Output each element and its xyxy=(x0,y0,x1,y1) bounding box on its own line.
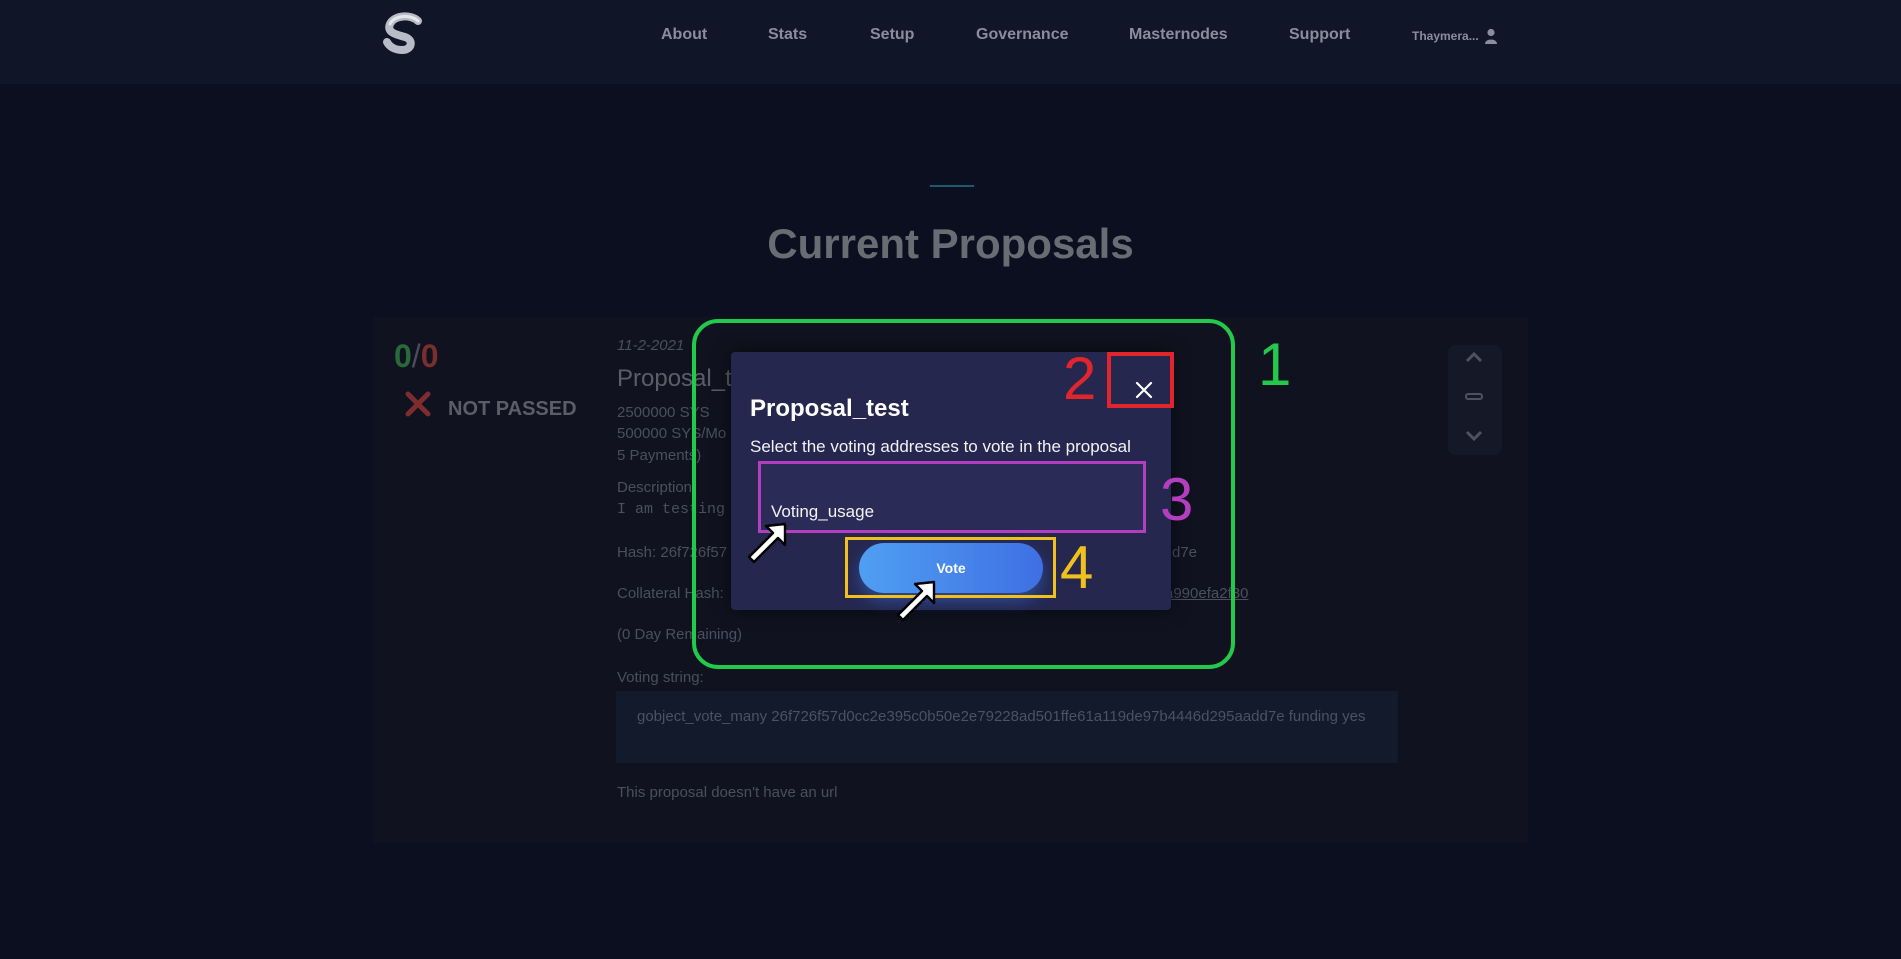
nav-link-about[interactable]: About xyxy=(661,26,707,44)
nav-link-governance[interactable]: Governance xyxy=(976,26,1068,44)
annotation-box-2 xyxy=(1107,352,1174,408)
x-icon xyxy=(405,391,431,417)
title-accent-bar xyxy=(930,185,974,187)
voting-string-label: Voting string: xyxy=(617,669,704,686)
annotation-number-2: 2 xyxy=(1063,345,1097,412)
annotation-number-3: 3 xyxy=(1160,466,1194,533)
votes-separator: / xyxy=(411,338,421,374)
nav-link-masternodes[interactable]: Masternodes xyxy=(1129,26,1228,44)
vote-score: 0/0 xyxy=(394,338,438,375)
description-label: Description: xyxy=(617,479,697,496)
annotation-number-1: 1 xyxy=(1258,331,1292,398)
voting-string-box xyxy=(616,691,1398,763)
page-title: Current Proposals xyxy=(767,220,1134,267)
annotation-box-3 xyxy=(758,461,1146,533)
status-badge: NOT PASSED xyxy=(448,398,577,420)
chevron-up-icon[interactable] xyxy=(1465,351,1483,363)
cursor-arrow-icon xyxy=(896,580,936,622)
voting-string: gobject_vote_many 26f726f57d0cc2e395c0b5… xyxy=(637,708,1366,725)
votes-no: 0 xyxy=(420,338,439,374)
minus-icon[interactable] xyxy=(1465,392,1483,402)
nav-link-setup[interactable]: Setup xyxy=(870,26,914,44)
page: About Stats Setup Governance Masternodes… xyxy=(0,0,1901,959)
user-menu[interactable]: Thaymera... xyxy=(1412,29,1479,43)
user-icon[interactable] xyxy=(1484,28,1498,44)
url-note: This proposal doesn't have an url xyxy=(617,784,838,801)
chevron-down-icon[interactable] xyxy=(1465,430,1483,442)
navbar: About Stats Setup Governance Masternodes… xyxy=(0,0,1901,84)
votes-yes: 0 xyxy=(394,338,412,374)
annotation-box-4 xyxy=(845,537,1056,598)
nav-link-stats[interactable]: Stats xyxy=(768,26,807,44)
cursor-arrow-icon xyxy=(747,522,787,564)
syscoin-logo-icon[interactable] xyxy=(378,12,428,58)
nav-link-support[interactable]: Support xyxy=(1289,26,1350,44)
proposal-payments: 5 Payments) xyxy=(617,447,702,464)
annotation-number-4: 4 xyxy=(1060,534,1094,601)
proposal-date: 11-2-2021 xyxy=(617,337,685,354)
